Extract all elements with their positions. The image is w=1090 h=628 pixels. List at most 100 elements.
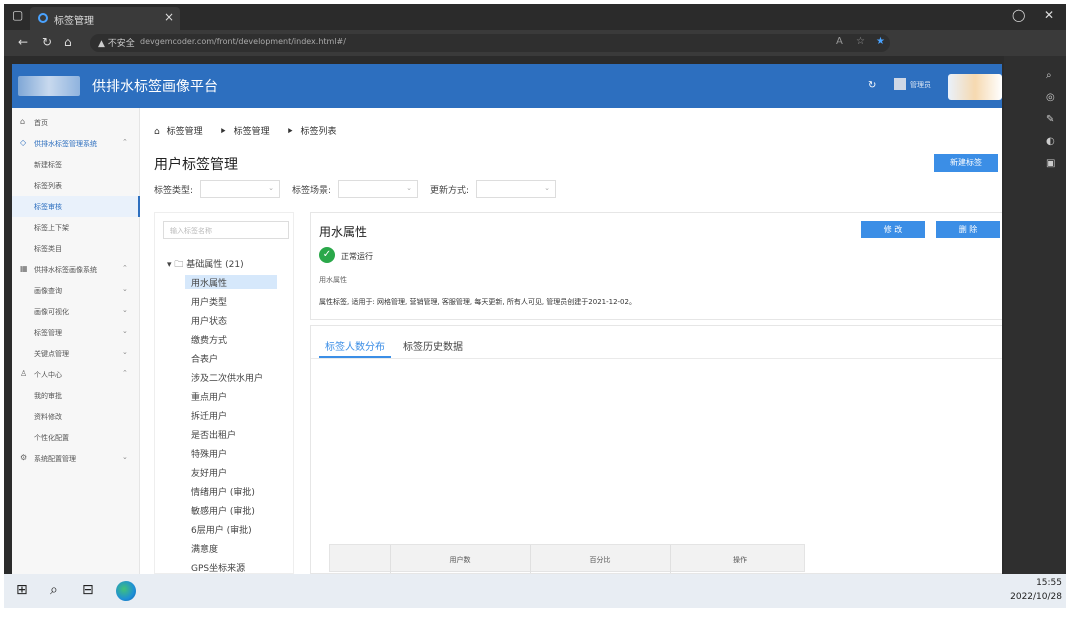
tree-node[interactable]: 缴费方式 xyxy=(185,332,277,346)
sidebar-item-profile-edit[interactable]: 资料修改 xyxy=(12,406,140,427)
tag-type-select[interactable]: ⌄ xyxy=(200,180,280,198)
breadcrumb-level3[interactable]: 标签列表 xyxy=(301,127,337,137)
tree-node-label: 用水属性 xyxy=(191,279,228,289)
sidebar-group-portrait-system[interactable]: ▦ 供排水标签画像系统 ⌃ xyxy=(12,259,140,280)
window-menu-icon[interactable]: ▢ xyxy=(12,8,23,22)
tree-node[interactable]: 6层用户 (审批) xyxy=(185,522,277,536)
logo xyxy=(18,76,80,96)
tree-node[interactable]: 特殊用户 xyxy=(185,446,277,460)
window-restore-icon[interactable]: ◯ xyxy=(1012,8,1025,22)
grid-icon: ▦ xyxy=(20,264,28,273)
tab-history[interactable]: 标签历史数据 xyxy=(403,338,463,353)
favicon-icon xyxy=(38,13,48,23)
sidebar-item-label: 标签上下架 xyxy=(34,224,69,232)
new-tag-button[interactable]: 新建标签 xyxy=(934,154,998,172)
update-mode-select[interactable]: ⌄ xyxy=(476,180,556,198)
header-refresh-icon[interactable]: ↻ xyxy=(868,80,876,91)
sidebar-item-label: 关键点管理 xyxy=(34,350,69,358)
tree-node-label: 情绪用户 (审批) xyxy=(191,488,255,498)
tree-root-label: 基础属性 (21) xyxy=(186,260,244,270)
home-icon[interactable]: ⌂ xyxy=(64,35,72,49)
chevron-down-icon: ⌄ xyxy=(122,453,128,461)
tab-divider xyxy=(311,358,1002,359)
sidebar-item-my-approval[interactable]: 我的审批 xyxy=(12,385,140,406)
tree-node[interactable]: 情绪用户 (审批) xyxy=(185,484,277,498)
sidebar-group-tag-management[interactable]: ◇ 供排水标签管理系统 ⌃ xyxy=(12,133,140,154)
task-view-icon[interactable]: ⊟ xyxy=(82,582,94,598)
tag-scene-select[interactable]: ⌄ xyxy=(338,180,418,198)
sidebar-item-label: 画像查询 xyxy=(34,287,62,295)
tree-node[interactable]: 用户状态 xyxy=(185,313,277,327)
tree-node-label: 敏感用户 (审批) xyxy=(191,507,255,517)
sidebar-group-personal[interactable]: ♙ 个人中心 ⌃ xyxy=(12,364,140,385)
tree-node[interactable]: GPS坐标来源 xyxy=(185,560,277,573)
clock-date[interactable]: 2022/10/28 xyxy=(1004,592,1062,602)
clock-time[interactable]: 15:55 xyxy=(1026,578,1062,588)
avatar[interactable] xyxy=(894,78,906,90)
tree-root[interactable]: ▾ 🗀 基础属性 (21) xyxy=(167,257,244,273)
tree-node[interactable]: 合表户 xyxy=(185,351,277,365)
user-icon: ♙ xyxy=(20,369,28,378)
tree-node[interactable]: 满意度 xyxy=(185,541,277,555)
sidebar-item-label: 标签管理 xyxy=(34,329,62,337)
sidebar-item-home[interactable]: ⌂ 首页 xyxy=(12,112,140,133)
read-aloud-icon[interactable]: A xyxy=(836,36,843,47)
search-icon[interactable]: ⌕ xyxy=(1046,70,1052,81)
windows-start-icon[interactable]: ⊞ xyxy=(16,582,28,598)
sidebar-item-tag-list[interactable]: 标签列表 xyxy=(12,175,140,196)
tree-node[interactable]: 用水属性 xyxy=(185,275,277,289)
sidebar-item-personalize[interactable]: 个性化配置 xyxy=(12,427,140,448)
breadcrumb-level2[interactable]: 标签管理 xyxy=(234,127,270,137)
desktop-window: ▢ 标签管理 × ◯ ✕ ← ↻ ⌂ ▲ 不安全 devgemcoder.com… xyxy=(4,4,1066,608)
tree-node-label: 用户类型 xyxy=(191,298,228,308)
status-text: 正常运行 xyxy=(341,252,373,261)
main-content: ⌂ 标签管理 ⯈ 标签管理 ⯈ 标签列表 用户标签管理 新建标签 标签类型: ⌄… xyxy=(140,108,1002,574)
double-arrow-icon: ⯈ xyxy=(219,127,227,137)
favorite-add-icon[interactable]: ☆ xyxy=(856,36,865,47)
tree-node[interactable]: 拆迁用户 xyxy=(185,408,277,422)
sidebar-group-system-config[interactable]: ⚙ 系统配置管理 ⌄ xyxy=(12,448,140,469)
security-warning[interactable]: ▲ 不安全 xyxy=(98,36,135,49)
column-header-percent: 百分比 xyxy=(589,556,611,564)
browser-tabbar: ▢ 标签管理 × ◯ ✕ xyxy=(4,4,1066,30)
edit-button[interactable]: 修 改 xyxy=(861,221,925,238)
circle-icon[interactable]: ◐ xyxy=(1046,136,1055,147)
address-bar[interactable]: ▲ 不安全 devgemcoder.com/front/development/… xyxy=(90,34,890,52)
tabs-panel: 标签人数分布 标签历史数据 用户数 百分比 操作 xyxy=(310,325,1002,574)
tab-close-icon[interactable]: × xyxy=(164,10,174,24)
shopping-icon[interactable]: ◎ xyxy=(1046,92,1055,103)
office-icon[interactable]: ▣ xyxy=(1046,158,1055,169)
tree-node[interactable]: 友好用户 xyxy=(185,465,277,479)
refresh-icon[interactable]: ↻ xyxy=(42,35,52,49)
header-username[interactable]: 管理员 xyxy=(910,80,931,90)
breadcrumb-home[interactable]: 标签管理 xyxy=(167,127,203,137)
tree-node[interactable]: 敏感用户 (审批) xyxy=(185,503,277,517)
sidebar-item-keypoint[interactable]: 关键点管理 ⌄ xyxy=(12,343,140,364)
edge-browser-icon[interactable] xyxy=(116,581,136,601)
tree-node[interactable]: 是否出租户 xyxy=(185,427,277,441)
sidebar-item-portrait-query[interactable]: 画像查询 ⌄ xyxy=(12,280,140,301)
delete-button[interactable]: 删 除 xyxy=(936,221,1000,238)
url-text[interactable]: devgemcoder.com/front/development/index.… xyxy=(140,37,346,46)
chevron-down-icon: ⌄ xyxy=(268,184,274,192)
window-close-icon[interactable]: ✕ xyxy=(1044,8,1054,22)
sidebar-item-tag-review[interactable]: 标签审核 xyxy=(12,196,140,217)
sidebar-item-label: 首页 xyxy=(34,119,48,127)
back-icon[interactable]: ← xyxy=(18,35,28,49)
tree-node[interactable]: 涉及二次供水用户 xyxy=(185,370,277,384)
tree-search-input[interactable]: 输入标签名称 xyxy=(163,221,289,239)
breadcrumb: ⌂ 标签管理 ⯈ 标签管理 ⯈ 标签列表 xyxy=(154,124,341,137)
tab-distribution[interactable]: 标签人数分布 xyxy=(325,338,385,353)
search-icon[interactable]: ⌕ xyxy=(50,582,58,598)
tools-icon[interactable]: ✎ xyxy=(1046,114,1054,125)
tree-node[interactable]: 重点用户 xyxy=(185,389,277,403)
sidebar-item-portrait-visual[interactable]: 画像可视化 ⌄ xyxy=(12,301,140,322)
sidebar-item-tag-shelf[interactable]: 标签上下架 xyxy=(12,217,140,238)
sidebar-item-label: 标签列表 xyxy=(34,182,62,190)
browser-tab[interactable]: 标签管理 × xyxy=(30,7,180,30)
sidebar-item-tag-manage[interactable]: 标签管理 ⌄ xyxy=(12,322,140,343)
favorite-star-icon[interactable]: ★ xyxy=(876,36,885,47)
tree-node[interactable]: 用户类型 xyxy=(185,294,277,308)
sidebar-item-new-tag[interactable]: 新建标签 xyxy=(12,154,140,175)
sidebar-item-tag-category[interactable]: 标签类目 xyxy=(12,238,140,259)
